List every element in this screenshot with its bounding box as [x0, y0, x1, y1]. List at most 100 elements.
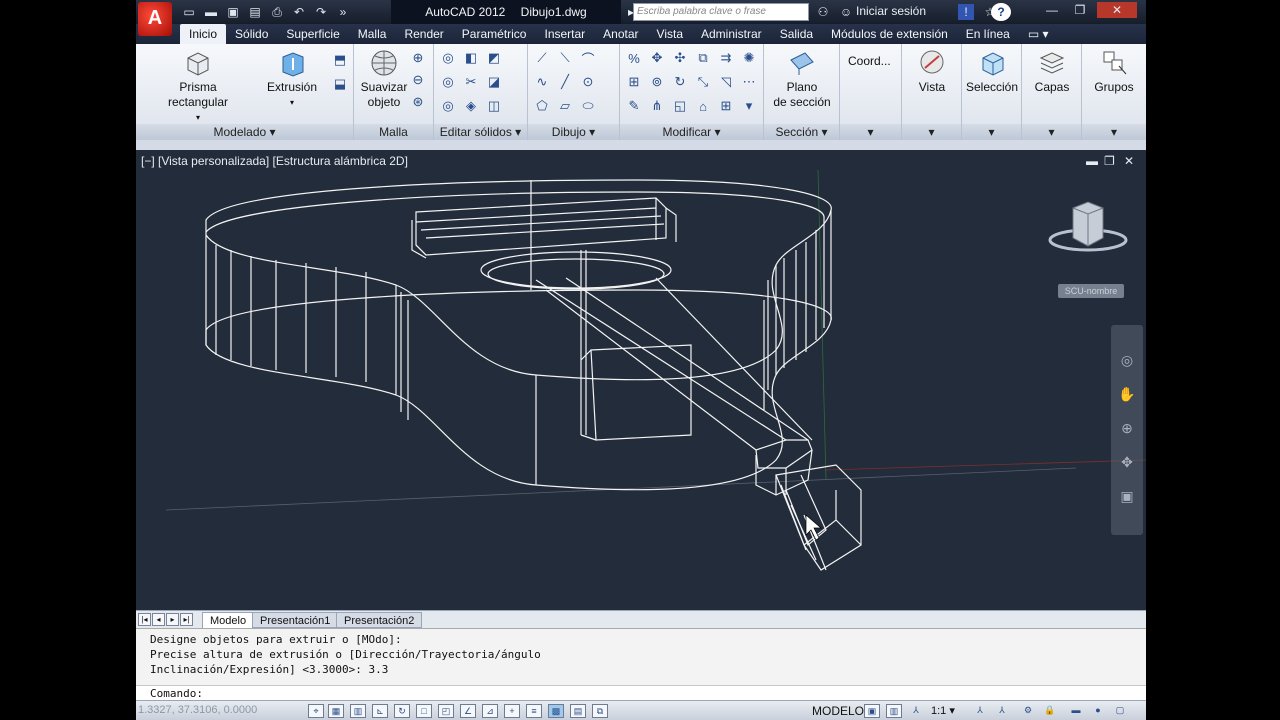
infer-constraints-icon[interactable]: ⌖: [308, 704, 324, 718]
pan-icon[interactable]: ✋: [1111, 377, 1143, 411]
tab-salida[interactable]: Salida: [771, 24, 822, 44]
tab-superficie[interactable]: Superficie: [277, 24, 348, 44]
polar-icon[interactable]: ↻: [394, 704, 410, 718]
panel-seleccion-dropdown[interactable]: ▾: [962, 124, 1021, 140]
arc-icon[interactable]: ⌒: [578, 48, 598, 68]
more-icon[interactable]: ▾: [739, 96, 759, 116]
solid-edit-icon[interactable]: ◩: [484, 48, 504, 68]
annotation-visibility-icon[interactable]: ⅄: [972, 704, 988, 718]
next-layout-icon[interactable]: ▸: [166, 613, 179, 626]
spline-icon[interactable]: ∿: [532, 72, 552, 92]
quick-view-layouts-icon[interactable]: ▣: [864, 704, 880, 718]
quick-view-drawings-icon[interactable]: ▥: [886, 704, 902, 718]
panel-modelado-label[interactable]: Modelado ▾: [136, 124, 353, 140]
showmotion-icon[interactable]: ▣: [1111, 479, 1143, 513]
panel-dibujo-label[interactable]: Dibujo ▾: [528, 124, 619, 140]
mirror-3d-icon[interactable]: ⋔: [647, 96, 667, 116]
save-as-icon[interactable]: ▤: [246, 3, 264, 21]
presspull-icon[interactable]: ⬒: [330, 50, 350, 70]
move-icon[interactable]: ✣: [670, 48, 690, 68]
vista-button[interactable]: Vista: [908, 48, 956, 95]
tab-render[interactable]: Render: [395, 24, 452, 44]
osnap-icon[interactable]: □: [416, 704, 432, 718]
snap-icon[interactable]: ▦: [328, 704, 344, 718]
chamfer-icon[interactable]: ◹: [716, 72, 736, 92]
lock-icon[interactable]: 🔒: [1042, 704, 1058, 718]
prisma-rectangular-button[interactable]: Prisma rectangular ▾: [148, 48, 248, 125]
panel-seccion-label[interactable]: Sección ▾: [764, 124, 839, 140]
undo-icon[interactable]: ↶: [290, 3, 308, 21]
zoom-icon[interactable]: ⊕: [1111, 411, 1143, 445]
line-2-icon[interactable]: ╱: [555, 72, 575, 92]
ribbon-toggle-icon[interactable]: ▭ ▾: [1019, 24, 1058, 44]
minimize-button[interactable]: —: [1041, 2, 1063, 18]
quick-properties-icon[interactable]: ▤: [570, 704, 586, 718]
imprint-icon[interactable]: ◪: [484, 72, 504, 92]
clean-screen-icon[interactable]: ▢: [1112, 704, 1128, 718]
orbit-icon[interactable]: ✥: [1111, 445, 1143, 479]
grid-icon[interactable]: ▥: [350, 704, 366, 718]
tab-presentacion1[interactable]: Presentación1: [252, 612, 339, 628]
grupos-button[interactable]: Grupos: [1088, 48, 1140, 95]
copy-icon[interactable]: ⧉: [693, 48, 713, 68]
interfere-icon[interactable]: ✂: [461, 72, 481, 92]
autoscale-icon[interactable]: ⅄: [994, 704, 1010, 718]
tab-administrar[interactable]: Administrar: [692, 24, 771, 44]
intersect-icon[interactable]: ◎: [438, 96, 458, 116]
print-icon[interactable]: ⎙: [268, 3, 286, 21]
ellipse-icon[interactable]: ⬭: [578, 96, 598, 116]
dyn-icon[interactable]: +: [504, 704, 520, 718]
otrack-icon[interactable]: ∠: [460, 704, 476, 718]
restore-button[interactable]: ❐: [1069, 2, 1091, 18]
grid-array-icon[interactable]: ⊞: [716, 96, 736, 116]
application-menu-button[interactable]: A: [138, 2, 172, 36]
ducs-icon[interactable]: ⊿: [482, 704, 498, 718]
tab-s-lido[interactable]: Sólido: [226, 24, 277, 44]
circle-icon[interactable]: ⊙: [578, 72, 598, 92]
tab-en-l-nea[interactable]: En línea: [957, 24, 1019, 44]
suavizar-objeto-button[interactable]: Suavizar objeto: [360, 48, 408, 110]
extrusion-button[interactable]: Extrusión ▾: [264, 48, 320, 110]
array-icon[interactable]: ⌂: [693, 96, 713, 116]
help-button[interactable]: ?: [991, 3, 1011, 21]
annotation-scale-icon[interactable]: ⅄: [908, 704, 924, 718]
tab-m-dulos-de-extensi-n[interactable]: Módulos de extensión: [822, 24, 957, 44]
binoculars-icon[interactable]: ⚇: [814, 3, 832, 21]
wcs-dropdown[interactable]: SCU-nombre: [1058, 284, 1124, 298]
tab-insertar[interactable]: Insertar: [535, 24, 594, 44]
panel-capas-dropdown[interactable]: ▾: [1022, 124, 1081, 140]
panel-vista-dropdown[interactable]: ▾: [902, 124, 961, 140]
hardware-acceleration-icon[interactable]: ▬: [1068, 704, 1084, 718]
offset-icon[interactable]: ⇉: [716, 48, 736, 68]
fillet-icon[interactable]: %: [624, 48, 644, 68]
panel-coord-label[interactable]: ▾: [840, 124, 901, 140]
move-3d-icon[interactable]: ✥: [647, 48, 667, 68]
plano-seccion-button[interactable]: Plano de sección: [770, 48, 834, 110]
qat-more-icon[interactable]: »: [334, 3, 352, 21]
tab-vista[interactable]: Vista: [648, 24, 692, 44]
lwt-icon[interactable]: ≡: [526, 704, 542, 718]
exchange-icon[interactable]: !: [958, 4, 974, 20]
polyline-icon[interactable]: ⟍: [555, 48, 575, 68]
3d-osnap-icon[interactable]: ◰: [438, 704, 454, 718]
tab-anotar[interactable]: Anotar: [594, 24, 647, 44]
polysolid-icon[interactable]: ⬓: [330, 74, 350, 94]
selection-cycling-icon[interactable]: ⧉: [592, 704, 608, 718]
stretch-icon[interactable]: ◱: [670, 96, 690, 116]
polygon-icon[interactable]: ⬠: [532, 96, 552, 116]
capas-button[interactable]: Capas: [1028, 48, 1076, 95]
workspace-icon[interactable]: ⚙: [1020, 704, 1036, 718]
thicken-icon[interactable]: ◈: [461, 96, 481, 116]
annotation-scale[interactable]: 1:1 ▾: [931, 704, 955, 717]
tab-inicio[interactable]: Inicio: [180, 24, 227, 44]
new-file-icon[interactable]: ▭: [180, 3, 198, 21]
rotate-3d-icon[interactable]: ⊚: [647, 72, 667, 92]
subtract-icon[interactable]: ◎: [438, 72, 458, 92]
mesh-remove-icon[interactable]: ⊖: [408, 70, 428, 90]
rotate-icon[interactable]: ↻: [670, 72, 690, 92]
separate-icon[interactable]: ◫: [484, 96, 504, 116]
mesh-refine-icon[interactable]: ⊛: [408, 92, 428, 112]
explode-icon[interactable]: ✺: [739, 48, 759, 68]
search-input[interactable]: Escriba palabra clave o frase: [633, 3, 809, 21]
slice-icon[interactable]: ◧: [461, 48, 481, 68]
